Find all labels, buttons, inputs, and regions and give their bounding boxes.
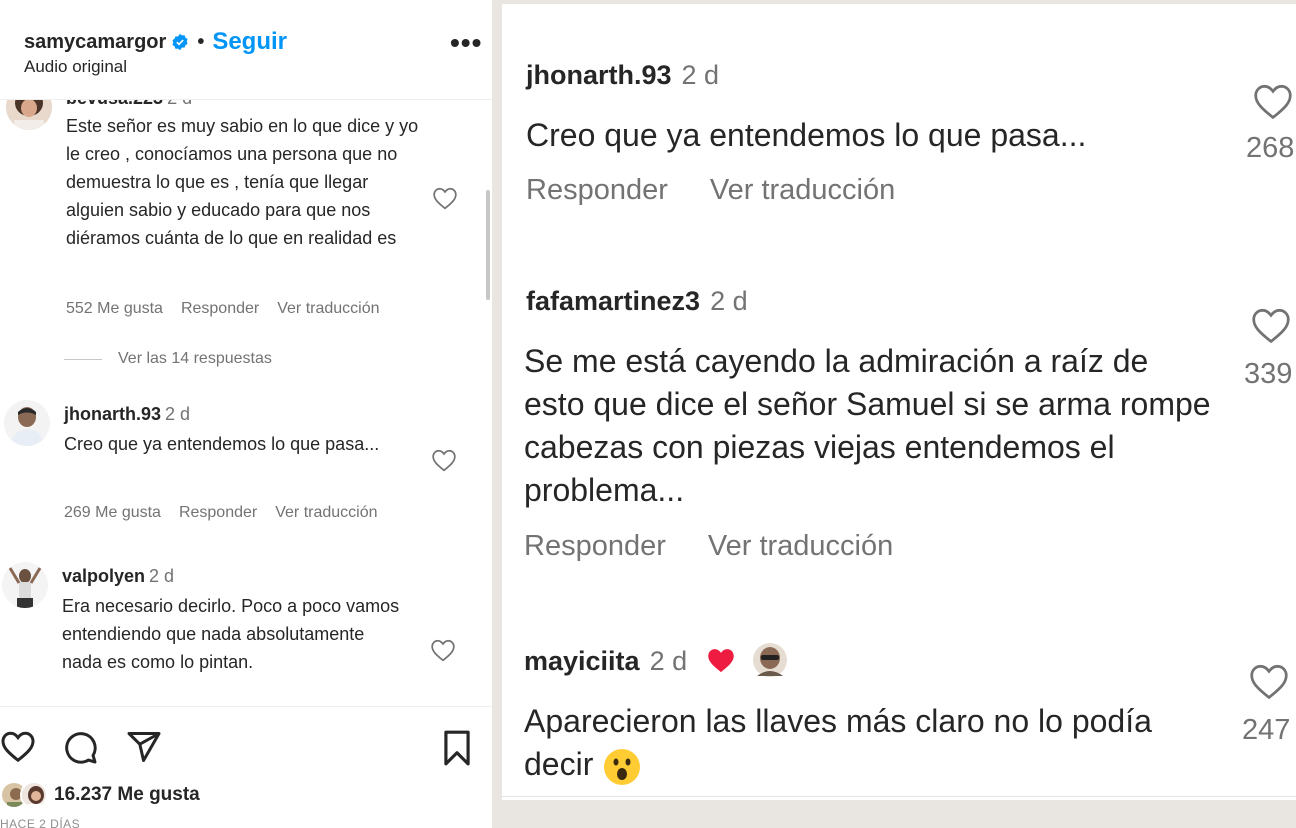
separator-dot: • xyxy=(197,30,205,53)
comment-text: Creo que ya entendemos lo que pasa... xyxy=(526,117,1087,153)
comment-text: Se me está cayendo la admiración a raíz … xyxy=(524,343,1211,508)
comment-icon[interactable] xyxy=(62,729,98,765)
view-replies-button[interactable]: Ver las 14 respuestas xyxy=(64,350,272,368)
red-heart-icon xyxy=(707,649,734,673)
heart-icon[interactable] xyxy=(430,638,456,662)
translate-button[interactable]: Ver traducción xyxy=(710,174,895,206)
avatar[interactable] xyxy=(4,400,50,446)
post-user-row: samycamargor • Seguir xyxy=(24,28,287,56)
avatar xyxy=(20,781,48,809)
post-like-count[interactable]: 16.237 Me gusta xyxy=(54,784,200,806)
comment-text: Aparecieron las llaves más claro no lo p… xyxy=(524,700,1184,787)
heart-icon[interactable] xyxy=(1252,82,1294,120)
comment-text: Era necesario decirlo. Poco a poco vamos… xyxy=(62,596,400,672)
comment-age: 2 d xyxy=(649,646,688,676)
comment-meta: 552 Me gusta Responder Ver traducción xyxy=(66,300,398,318)
username-text[interactable]: jhonarth.93 xyxy=(64,404,161,424)
post-panel: bevusa.2232 d Este señor es muy sabio en… xyxy=(0,0,492,828)
post-header: samycamargor • Seguir Audio original ••• xyxy=(0,0,492,100)
scrollbar[interactable] xyxy=(486,190,490,300)
audio-label[interactable]: Audio original xyxy=(24,57,127,77)
comments-zoom-panel: jhonarth.93 2 d Creo que ya entendemos lo… xyxy=(502,4,1296,800)
comment-username[interactable]: fafamartinez3 2 d xyxy=(526,286,748,317)
follow-button[interactable]: Seguir xyxy=(212,28,287,56)
post-actions: 16.237 Me gusta HACE 2 DÍAS xyxy=(0,706,492,828)
heart-icon[interactable] xyxy=(1248,662,1290,700)
comment-age: 2 d xyxy=(149,566,175,586)
comment-age: 2 d xyxy=(710,286,748,316)
comment-username[interactable]: valpolyen 2 d xyxy=(62,566,174,587)
reply-button[interactable]: Responder xyxy=(524,530,666,562)
comment-text: Creo que ya entendemos lo que pasa... xyxy=(64,434,380,454)
bookmark-icon[interactable] xyxy=(440,729,474,767)
heart-icon[interactable] xyxy=(0,729,36,763)
view-replies-label[interactable]: Ver las 14 respuestas xyxy=(118,350,272,368)
like-count: 247 xyxy=(1242,714,1291,746)
like-count[interactable]: 269 Me gusta xyxy=(64,504,161,521)
username-text[interactable]: mayiciita xyxy=(524,646,640,676)
translate-button[interactable]: Ver traducción xyxy=(277,300,379,317)
comment-meta: Responder Ver traducción xyxy=(526,174,937,207)
reply-button[interactable]: Responder xyxy=(181,300,259,317)
reply-button[interactable]: Responder xyxy=(179,504,257,521)
comment-text: Este señor es muy sabio en lo que dice y… xyxy=(66,116,419,248)
surprised-face-icon xyxy=(604,748,641,785)
reply-button[interactable]: Responder xyxy=(526,174,668,206)
like-count: 268 xyxy=(1246,132,1295,164)
verified-badge-icon xyxy=(172,33,188,51)
translate-button[interactable]: Ver traducción xyxy=(708,530,893,562)
heart-icon[interactable] xyxy=(1250,306,1292,344)
post-timestamp: HACE 2 DÍAS xyxy=(0,817,81,828)
comment-age: 2 d xyxy=(681,60,720,90)
more-options-icon[interactable]: ••• xyxy=(450,29,482,57)
username-text[interactable]: fafamartinez3 xyxy=(526,286,700,316)
divider xyxy=(64,358,102,360)
translate-button[interactable]: Ver traducción xyxy=(275,504,377,521)
username-text[interactable]: jhonarth.93 xyxy=(526,60,672,90)
share-icon[interactable] xyxy=(126,729,162,765)
comment-meta: 269 Me gusta Responder Ver traducción xyxy=(64,504,396,522)
post-username[interactable]: samycamargor xyxy=(24,31,166,54)
avatar[interactable] xyxy=(2,562,48,608)
like-count[interactable]: 552 Me gusta xyxy=(66,300,163,317)
username-text[interactable]: valpolyen xyxy=(62,566,145,586)
likes-row: 16.237 Me gusta xyxy=(0,781,200,809)
comment-username[interactable]: jhonarth.93 2 d xyxy=(526,60,719,91)
comment-age: 2 d xyxy=(165,404,191,424)
like-count: 339 xyxy=(1244,358,1293,390)
avatar xyxy=(753,643,788,677)
comment-username[interactable]: jhonarth.93 2 d xyxy=(64,404,190,425)
heart-icon[interactable] xyxy=(432,186,458,210)
comment-meta: Responder Ver traducción xyxy=(524,530,935,563)
comment-username[interactable]: mayiciita 2 d xyxy=(524,642,788,678)
divider xyxy=(502,796,1296,797)
heart-icon[interactable] xyxy=(431,448,457,472)
